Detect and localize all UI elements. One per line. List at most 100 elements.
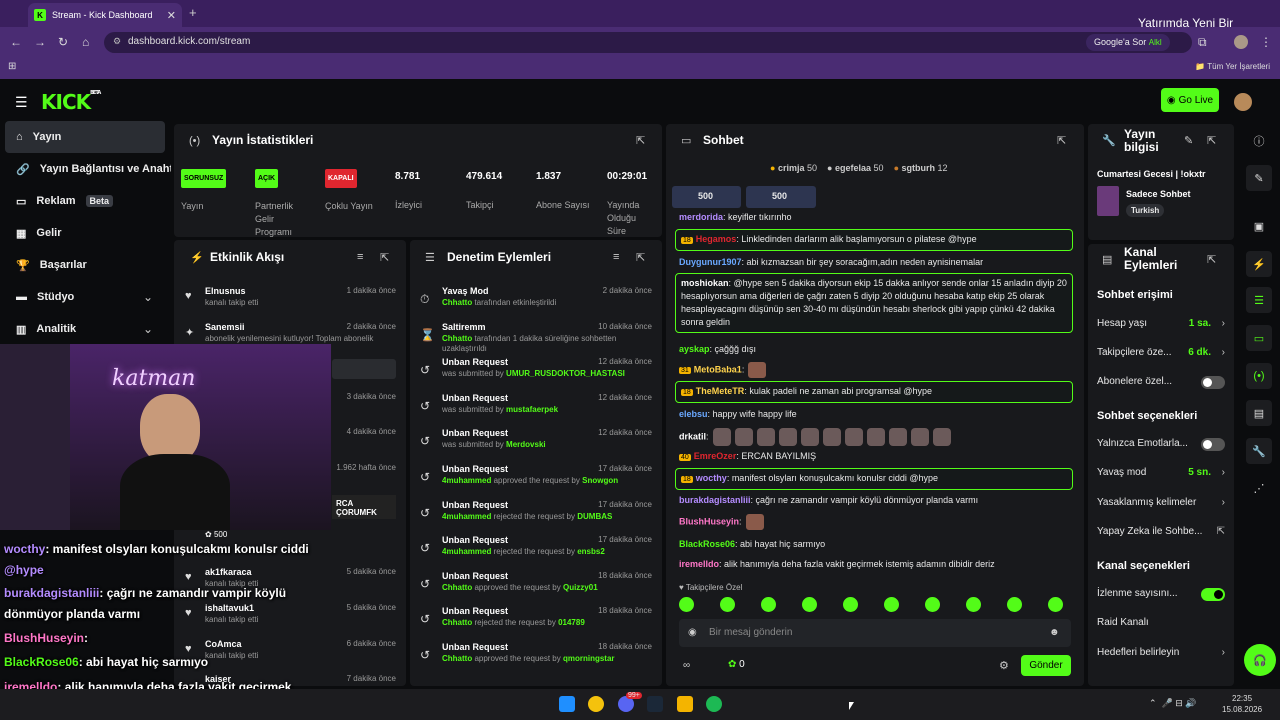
sidebar-item-reklam[interactable]: ▭ Reklam Beta [16, 191, 114, 211]
send-button[interactable]: Gönder [1021, 655, 1071, 676]
sidebar-item-stream-key[interactable]: 🔗Yayın Bağlantısı ve Anahtarı [16, 159, 171, 179]
lightning-icon[interactable]: ⚡ [1246, 251, 1272, 277]
chat-message[interactable]: 18 wocthy: manifest olsyları konuşulcakmı… [675, 468, 1073, 490]
clock[interactable]: 22:35 15.08.2026 [1222, 693, 1262, 715]
pinned-gift[interactable]: 500 [746, 186, 816, 208]
chrome-icon[interactable] [588, 696, 604, 712]
emote [756, 428, 775, 446]
timer-icon: ⏱ [420, 292, 430, 306]
spotify-icon[interactable] [706, 696, 722, 712]
filter-icon[interactable]: ≡ [357, 251, 363, 263]
followers-only-setting[interactable]: Takipçilere öze... 6 dk. › [1097, 347, 1225, 358]
viewer-count-setting[interactable]: İzlenme sayısını... [1097, 588, 1225, 601]
google-ask-button[interactable]: Google'a Sor Alkl [1086, 34, 1170, 51]
pinned-gift[interactable]: 500 [672, 186, 741, 208]
streamer-body [120, 454, 230, 530]
hamburger-menu-icon[interactable]: ☰ [15, 94, 28, 111]
sidebar-item-analitik[interactable]: ▥ Analitik [16, 319, 76, 339]
stream-info-title: Yayın bilgisi [1124, 127, 1159, 154]
popout-icon[interactable]: ⇱ [1207, 134, 1216, 147]
chat-message[interactable]: 40 EmreOzer: ERCAN BAYILMIŞ [679, 450, 1069, 464]
chat-message[interactable]: Duygunur1907: abi kızmazsan bir şey sora… [679, 256, 1069, 269]
steam-icon[interactable] [647, 696, 663, 712]
back-icon[interactable]: ← [10, 35, 22, 49]
folder-icon[interactable] [677, 696, 693, 712]
viewer-count-toggle[interactable] [1201, 588, 1225, 601]
chat-icon[interactable]: ▭ [1246, 325, 1272, 351]
stream-info-icon[interactable]: ▤ [1246, 400, 1272, 426]
go-live-button[interactable]: ◉ Go Live [1161, 88, 1219, 112]
chat-message[interactable]: 31 MetoBaba1: [679, 362, 1069, 378]
raid-channel-setting[interactable]: Raid Kanalı [1097, 617, 1225, 628]
popout-icon[interactable]: ⇱ [1207, 253, 1216, 266]
chevron-down-icon[interactable]: ⌄ [143, 290, 153, 304]
sidebar-item-yayin[interactable]: ⌂ Yayın [5, 121, 165, 153]
chat-message[interactable]: 18 Hegamos: Linkledinden darlarım alik ba… [675, 229, 1073, 251]
chat-message[interactable]: BlackRose06: abi hayat hiç sarmıyo [679, 538, 1069, 551]
wrench-icon[interactable]: 🔧 [1246, 438, 1272, 464]
chat-message[interactable]: ayskap: çağğğ dışı [679, 343, 1069, 356]
filter-icon[interactable]: ≡ [613, 251, 619, 263]
apps-icon[interactable]: ⊞ [8, 61, 16, 72]
home-icon[interactable]: ⌂ [82, 35, 89, 49]
kick-logo[interactable]: KICKBETA [41, 90, 101, 114]
chevron-down-icon[interactable]: ⌄ [143, 322, 153, 336]
new-tab-button[interactable]: + [189, 5, 197, 20]
history-icon: ↺ [420, 398, 431, 413]
list-icon[interactable]: ☰ [1246, 287, 1272, 313]
emotes-only-toggle[interactable] [1201, 438, 1225, 451]
popout-icon[interactable]: ⇱ [636, 251, 645, 264]
settings-icon[interactable]: ⚙ [999, 659, 1009, 672]
chat-message[interactable]: iremelldo: alik hanımıyla deha fazla vak… [679, 558, 1069, 571]
chat-message[interactable]: moshiokan: @hype sen 5 dakika diyorsun e… [675, 273, 1073, 333]
ai-chat-setting[interactable]: Yapay Zeka ile Sohbe... ⇱ [1097, 526, 1225, 537]
sidebar-item-basarilar[interactable]: 🏆 Başarılar [16, 255, 87, 275]
chat-message[interactable]: elebsu: happy wife happy life [679, 408, 1069, 421]
emote-bar[interactable] [679, 597, 1063, 612]
popout-icon[interactable]: ⇱ [380, 251, 389, 264]
forward-icon[interactable]: → [34, 35, 46, 49]
slow-mode-setting[interactable]: Yavaş mod 5 sn. › [1097, 467, 1225, 478]
user-avatar[interactable] [1234, 93, 1252, 111]
edit-icon[interactable]: ✎ [1184, 134, 1193, 147]
status-badge: AÇIK [255, 169, 279, 188]
chat-message[interactable]: 18 TheMeteTR: kulak padeli ne zaman abi p… [675, 381, 1073, 403]
goals-setting[interactable]: Hedefleri belirleyin › [1097, 647, 1225, 658]
start-icon[interactable] [559, 696, 575, 712]
edit-icon[interactable]: ✎ [1246, 165, 1272, 191]
profile-avatar[interactable] [1234, 35, 1248, 49]
user-icon[interactable]: ◉ [688, 627, 697, 638]
layout-icon[interactable]: ▣ [1246, 213, 1272, 239]
share-icon[interactable]: ⋰ [1246, 475, 1272, 501]
popout-icon[interactable]: ⇱ [1057, 134, 1066, 147]
chat-message[interactable]: merdorida: keyifler tıkırınho [679, 211, 1069, 224]
site-info-icon[interactable]: ⚙ [113, 36, 121, 47]
account-age-setting[interactable]: Hesap yaşı 1 sa. › [1097, 318, 1225, 329]
chat-message[interactable]: burakdagistanliii: çağrı ne zamandır vam… [679, 494, 1069, 507]
sidebar-item-studyo[interactable]: ▬ Stüdyo [16, 287, 74, 307]
tray-icons[interactable]: ⌃ 🎤 ⊟ 🔊 [1149, 698, 1197, 709]
chat-message[interactable]: BlushHuseyin: [679, 514, 1069, 530]
info-icon[interactable]: ⓘ [1246, 128, 1272, 154]
subscribers-only-setting[interactable]: Abonelere özel... [1097, 376, 1225, 389]
history-icon: ↺ [420, 612, 431, 627]
sidebar-item-gelir[interactable]: ▦ Gelir [16, 223, 61, 243]
all-bookmarks[interactable]: 📁 Tüm Yer İşaretleri [1195, 62, 1270, 71]
stat-multistream: KAPALI Çoklu Yayın [325, 169, 380, 213]
emotes-only-setting[interactable]: Yalnızca Emotlarla... [1097, 438, 1225, 451]
browser-tab[interactable]: K Stream - Kick Dashboard ✕ [28, 3, 182, 27]
address-bar[interactable]: ⚙ dashboard.kick.com/stream [104, 32, 1192, 53]
subs-only-toggle[interactable] [1201, 376, 1225, 389]
support-icon[interactable]: 🎧 [1244, 644, 1276, 676]
close-tab-icon[interactable]: ✕ [167, 9, 176, 22]
chat-message-input[interactable]: Bir mesaj gönderin [679, 619, 1071, 647]
popout-icon[interactable]: ⇱ [636, 134, 645, 147]
chat-message[interactable]: drkatil: [679, 428, 1069, 446]
extensions-icon[interactable]: ⧉ [1198, 35, 1207, 50]
emoji-icon[interactable]: ☻ [1049, 627, 1060, 638]
wrench-icon: 🔧 [1102, 135, 1116, 147]
reload-icon[interactable]: ↻ [58, 35, 68, 49]
banned-words-setting[interactable]: Yasaklanmış kelimeler › [1097, 497, 1225, 508]
menu-icon[interactable]: ⋮ [1260, 35, 1272, 49]
broadcast-icon[interactable]: (•) [1246, 363, 1272, 389]
